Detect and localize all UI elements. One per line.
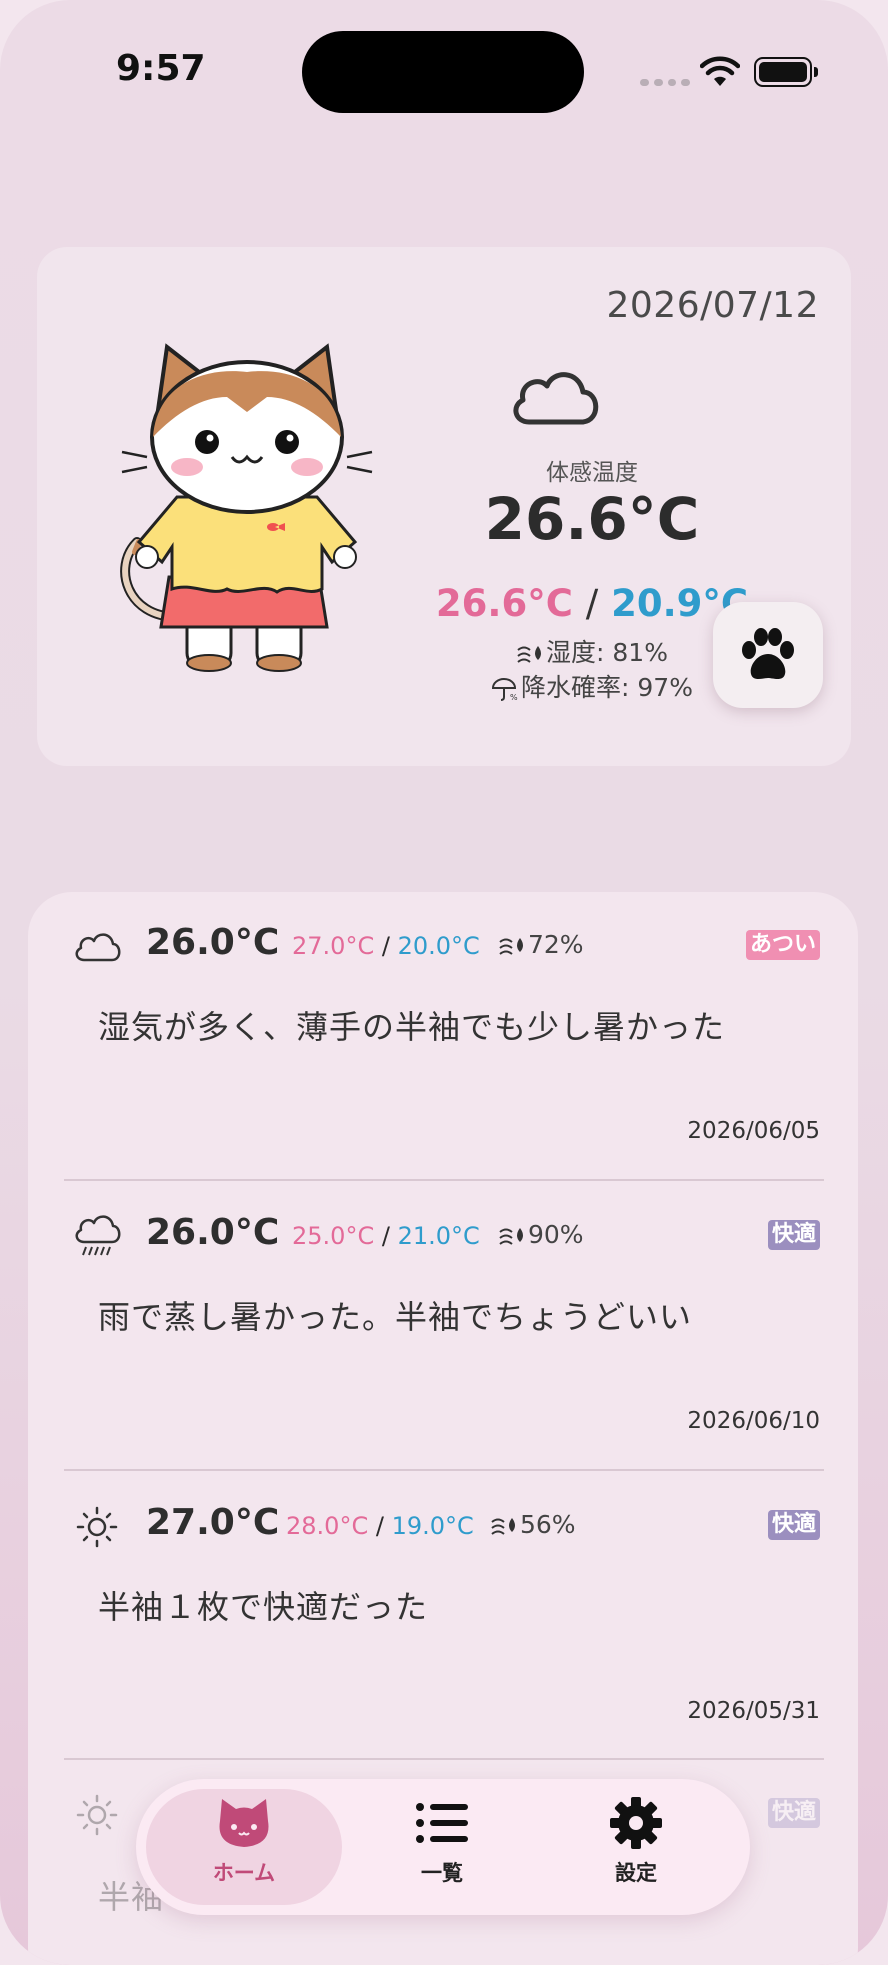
- divider: [64, 1469, 824, 1471]
- entry-humidity: 90%: [498, 1220, 584, 1249]
- entry-high: 27.0°C: [292, 932, 375, 960]
- sun-icon: [76, 1794, 118, 1836]
- cat-mascot-illustration: [120, 343, 373, 672]
- cellular-signal-icon: [640, 79, 690, 87]
- entry-humidity: 72%: [498, 930, 584, 959]
- feeling-badge: 快適: [767, 1510, 820, 1540]
- cat-face-icon: [219, 1799, 269, 1847]
- tab-bar: ホーム 一覧 設定: [136, 1779, 750, 1915]
- rain-cloud-icon: [75, 1215, 121, 1256]
- humidity-icon: [499, 1228, 523, 1245]
- feeling-badge: あつい: [745, 930, 820, 960]
- entry-note: 雨で蒸し暑かった。半袖でちょうどいい: [98, 1298, 693, 1336]
- status-time: 9:57: [116, 48, 206, 89]
- paw-action-button[interactable]: [713, 602, 823, 708]
- dynamic-island: [302, 31, 584, 113]
- tab-home-label: ホーム: [212, 1861, 276, 1885]
- tab-home[interactable]: ホーム: [164, 1795, 324, 1905]
- cloud-icon: [75, 933, 121, 962]
- tab-list-label: 一覧: [421, 1861, 463, 1885]
- entry-high-low: 25.0°C / 21.0°C: [292, 1222, 480, 1250]
- wifi-icon: [700, 56, 740, 86]
- humidity-icon: [517, 646, 542, 663]
- paw-icon: [742, 628, 794, 679]
- entry-low: 19.0°C: [391, 1512, 474, 1540]
- tab-settings[interactable]: 設定: [556, 1795, 716, 1905]
- list-icon: [416, 1803, 468, 1843]
- today-rain-chance: % 降水確率: 97%: [437, 668, 747, 704]
- today-humidity-text: 湿度: 81%: [546, 638, 668, 667]
- humidity-icon: [491, 1518, 515, 1535]
- tab-settings-label: 設定: [615, 1861, 657, 1885]
- entry-humidity-text: 90%: [528, 1220, 584, 1249]
- feels-like-label: 体感温度: [546, 460, 638, 486]
- entry-separator: /: [381, 1222, 390, 1250]
- battery-icon: [754, 57, 818, 87]
- today-date: 2026/07/12: [606, 285, 819, 326]
- today-rain-chance-text: 降水確率: 97%: [521, 673, 693, 702]
- entry-temperature: 27.0°C: [146, 1502, 280, 1543]
- entry-date: 2026/06/05: [687, 1118, 820, 1144]
- gear-icon: [610, 1797, 662, 1849]
- entry-note: 半袖１枚で快適だった: [98, 1588, 429, 1626]
- svg-text:%: %: [510, 693, 518, 701]
- entry-humidity: 56%: [490, 1510, 576, 1539]
- entry-high-low: 28.0°C / 19.0°C: [286, 1512, 474, 1540]
- entry-temperature: 26.0°C: [146, 922, 280, 963]
- app-screen: 9:57 2026/07/12 体感温度 26.6°C 26.6°C / 20.…: [0, 0, 888, 1965]
- high-low-separator: /: [585, 582, 599, 625]
- entry-high: 25.0°C: [292, 1222, 375, 1250]
- entry-high-low: 27.0°C / 20.0°C: [292, 932, 480, 960]
- entry-low: 20.0°C: [397, 932, 480, 960]
- sun-icon: [76, 1506, 118, 1548]
- entry-note: 湿気が多く、薄手の半袖でも少し暑かった: [98, 1008, 726, 1046]
- entry-low: 21.0°C: [397, 1222, 480, 1250]
- divider: [64, 1179, 824, 1181]
- entry-date: 2026/05/31: [687, 1698, 820, 1724]
- entry-humidity-text: 72%: [528, 930, 584, 959]
- tab-list[interactable]: 一覧: [362, 1795, 522, 1905]
- feels-like-temperature: 26.6°C: [484, 485, 700, 553]
- umbrella-icon: %: [492, 678, 518, 701]
- list-item[interactable]: 26.0°C 25.0°C / 21.0°C 90% 快適 雨で蒸し暑かった。半…: [28, 1182, 858, 1472]
- entry-temperature: 26.0°C: [146, 1212, 280, 1253]
- entry-high: 28.0°C: [286, 1512, 369, 1540]
- cloud-icon: [513, 372, 599, 425]
- entry-date: 2026/06/10: [687, 1408, 820, 1434]
- today-humidity: 湿度: 81%: [437, 633, 747, 669]
- entry-humidity-text: 56%: [520, 1510, 576, 1539]
- feeling-badge: 快適: [767, 1220, 820, 1250]
- entry-separator: /: [381, 932, 390, 960]
- list-item[interactable]: 26.0°C 27.0°C / 20.0°C 72% あつい 湿気が多く、薄手の…: [28, 892, 858, 1182]
- feeling-badge: 快適: [767, 1798, 820, 1828]
- humidity-icon: [499, 938, 523, 955]
- entry-separator: /: [375, 1512, 384, 1540]
- list-item[interactable]: 27.0°C 28.0°C / 19.0°C 56% 快適 半袖１枚で快適だった…: [28, 1472, 858, 1762]
- today-high: 26.6°C: [435, 582, 573, 625]
